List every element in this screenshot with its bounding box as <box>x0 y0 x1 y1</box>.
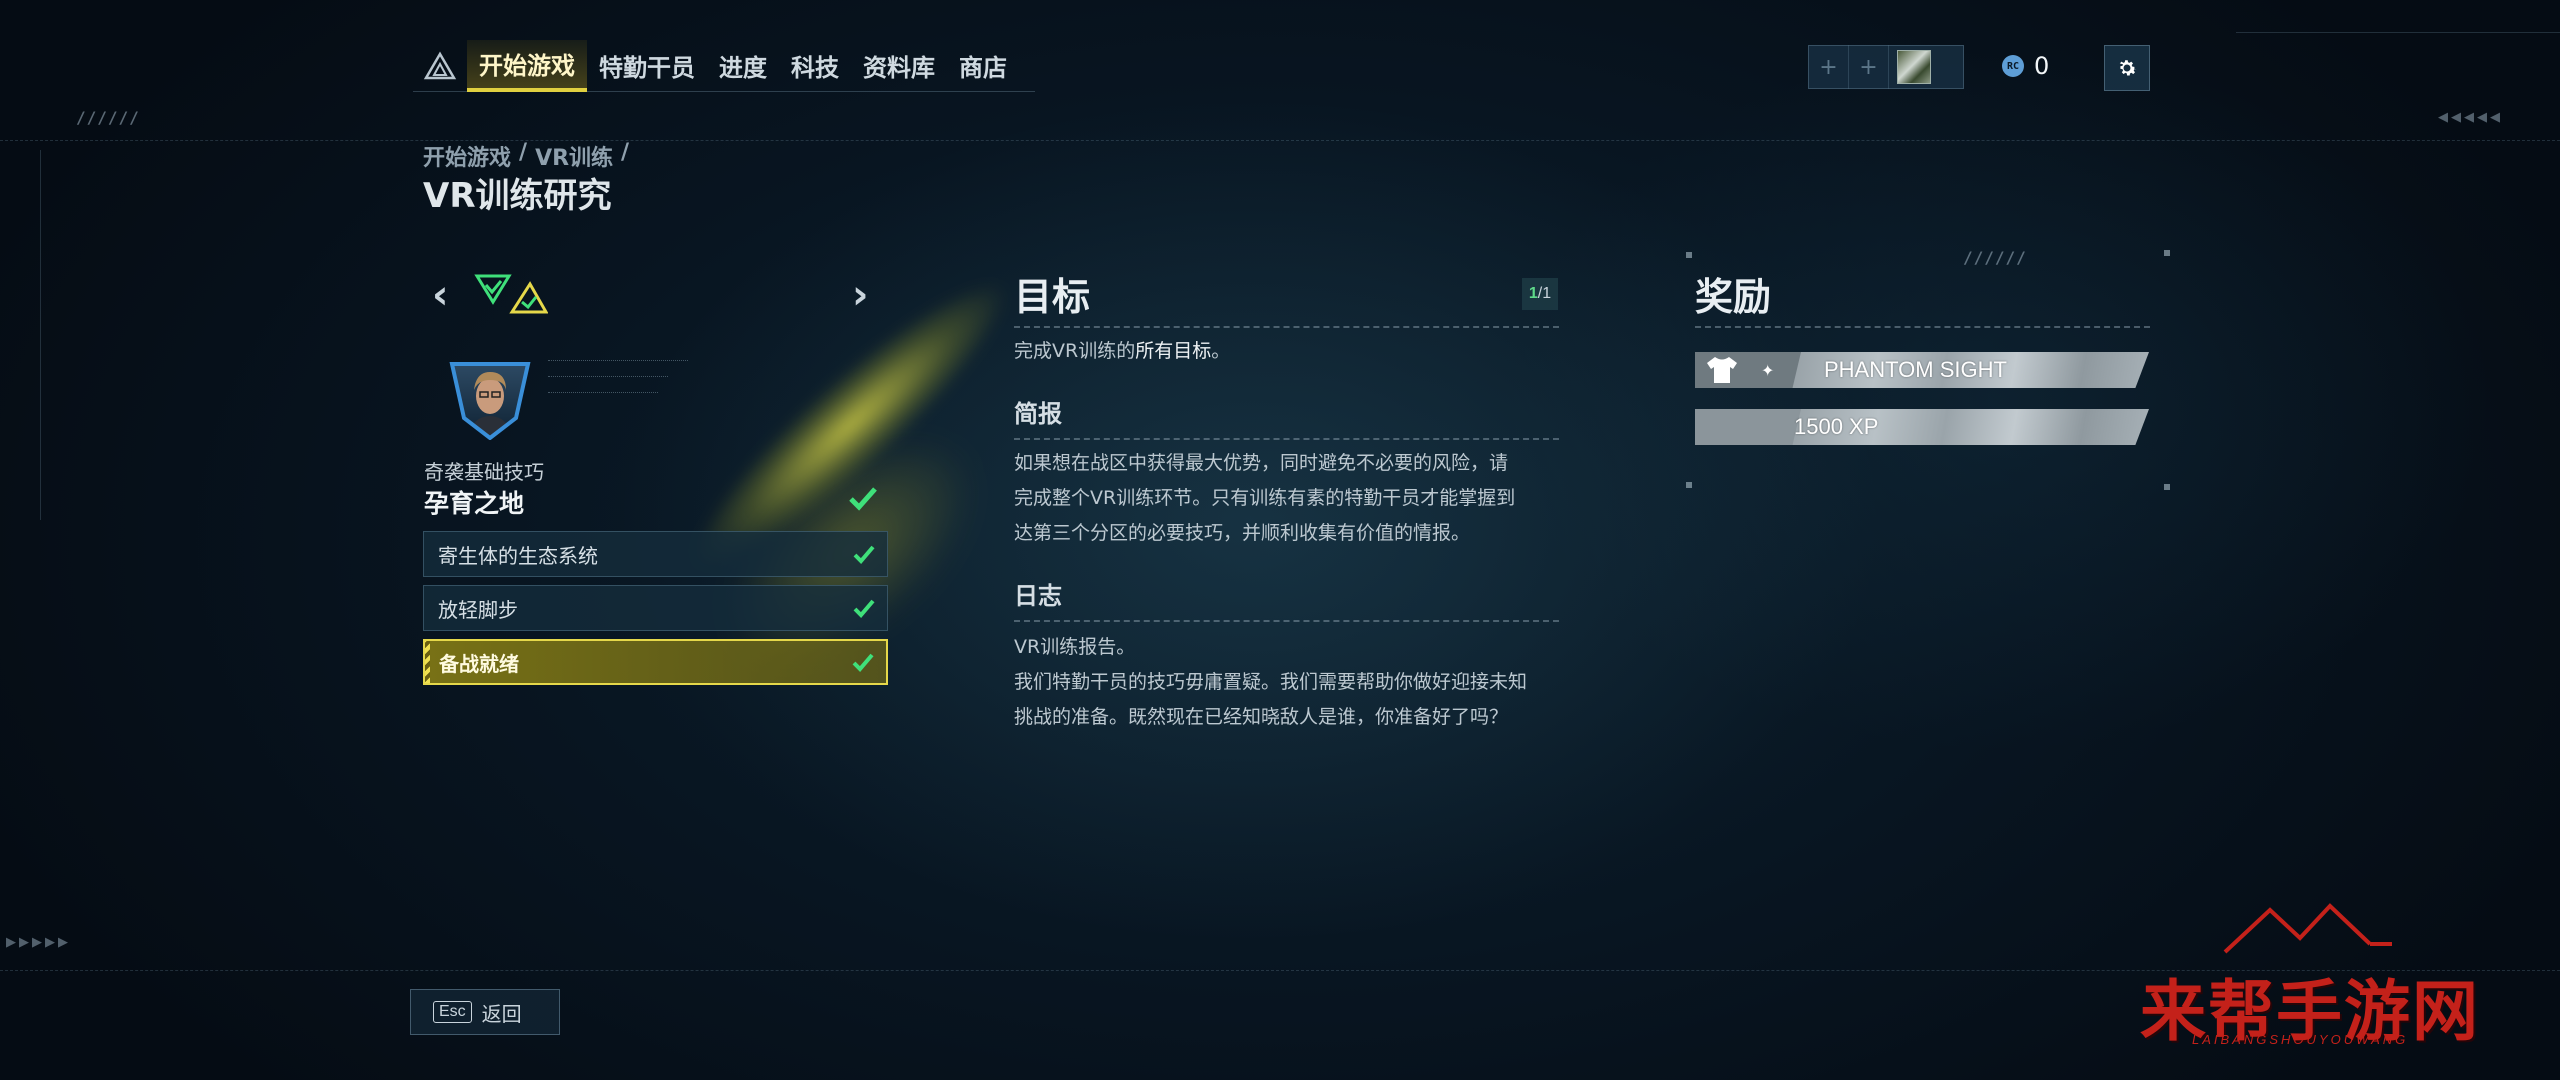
tab-start-game[interactable]: 开始游戏 <box>467 39 587 92</box>
goal-text-prefix: 完成VR训练的 <box>1014 340 1136 362</box>
tab-agents[interactable]: 特勤干员 <box>587 40 707 92</box>
esc-key: Esc <box>433 1001 472 1023</box>
check-icon <box>849 487 877 511</box>
corner-marker <box>2164 484 2170 490</box>
party-panel: + + <box>1808 45 1964 89</box>
tab-database[interactable]: 资料库 <box>851 40 947 92</box>
brief-title: 简报 <box>1014 400 1062 428</box>
decor-slashes: ////// <box>1963 248 2027 267</box>
divider-line <box>1695 326 2150 328</box>
plus-icon[interactable]: + <box>1809 45 1849 89</box>
log-title: 日志 <box>1014 582 1062 610</box>
player-avatar[interactable] <box>1897 50 1931 84</box>
next-arrow-icon[interactable]: › <box>852 272 868 318</box>
top-nav: 开始游戏 特勤干员 进度 科技 资料库 商店 <box>413 39 1035 92</box>
check-icon <box>853 545 875 564</box>
goal-title: 目标 <box>1014 275 1091 319</box>
brief-line: 达第三个分区的必要技巧，并顺利收集有价值的情报。 <box>1014 522 1471 544</box>
goal-text-suffix: 。 <box>1211 340 1231 362</box>
brief-text: 如果想在战区中获得最大优势，同时避免不必要的风险，请 完成整个VR训练环节。只有… <box>1014 446 1515 551</box>
prev-arrow-icon[interactable]: ‹ <box>432 272 448 318</box>
shirt-icon <box>1707 357 1737 383</box>
decor-slashes: ////// <box>76 108 140 127</box>
reward-item[interactable]: 1500 XP <box>1695 409 2149 445</box>
divider-line <box>1014 620 1559 622</box>
divider-line <box>2236 32 2560 33</box>
settings-button[interactable] <box>2104 45 2150 91</box>
house-roof-icon <box>2223 903 2392 954</box>
reward-item[interactable]: ✦ PHANTOM SIGHT <box>1695 352 2149 388</box>
reward-label: PHANTOM SIGHT <box>1824 357 2007 382</box>
goal-text-highlight: 所有目标 <box>1135 340 1212 362</box>
log-line: 挑战的准备。既然现在已经知晓敌人是谁，你准备好了吗？ <box>1014 706 1509 728</box>
back-button[interactable]: Esc 返回 <box>410 989 560 1035</box>
brief-line: 如果想在战区中获得最大优势，同时避免不必要的风险，请 <box>1014 452 1509 474</box>
tab-store[interactable]: 商店 <box>947 40 1019 92</box>
objective-label: 寄生体的生态系统 <box>438 543 598 568</box>
divider-line <box>0 140 2560 141</box>
currency-display: RC 0 <box>2002 52 2049 80</box>
breadcrumb-separator: / <box>621 140 630 165</box>
achievement-badges-icon <box>474 274 548 314</box>
agent-triangle-logo-icon[interactable] <box>413 40 467 92</box>
plus-icon[interactable]: + <box>1849 45 1889 89</box>
watermark-subtext: LAIBANGSHOUYOUWANG <box>2192 1032 2409 1047</box>
check-icon <box>853 599 875 618</box>
log-text: VR训练报告。 我们特勤干员的技巧毋庸置疑。我们需要帮助你做好迎接未知 挑战的准… <box>1014 630 1527 735</box>
objective-item[interactable]: 放轻脚步 <box>423 585 888 631</box>
watermark-logo: 来帮手游网 LAIBANGSHOUYOUWANG <box>2140 900 2500 1075</box>
decor-arrows: ▶▶▶▶▶ <box>6 935 71 950</box>
objective-label: 备战就绪 <box>439 651 519 676</box>
objective-item[interactable]: 寄生体的生态系统 <box>423 531 888 577</box>
back-label: 返回 <box>481 1001 522 1026</box>
objective-label: 放轻脚步 <box>438 597 518 622</box>
divider-line <box>1014 438 1559 440</box>
reward-icon-box: ✦ <box>1695 352 1801 388</box>
log-line: 我们特勤干员的技巧毋庸置疑。我们需要帮助你做好迎接未知 <box>1014 671 1528 693</box>
corner-marker <box>1686 252 1692 258</box>
tab-progress[interactable]: 进度 <box>707 40 779 92</box>
rewards-title: 奖励 <box>1695 275 1772 319</box>
log-line: VR训练报告。 <box>1014 636 1136 658</box>
tab-tech[interactable]: 科技 <box>779 40 851 92</box>
divider-line <box>1014 326 1559 328</box>
goal-counter-done: 1 <box>1528 285 1538 302</box>
check-icon <box>852 653 874 672</box>
objective-item-selected[interactable]: 备战就绪 <box>423 639 888 685</box>
objective-list: 寄生体的生态系统 放轻脚步 备战就绪 <box>423 531 888 693</box>
brief-line: 完成整个VR训练环节。只有训练有素的特勤干员才能掌握到 <box>1014 487 1516 509</box>
currency-value: 0 <box>2034 52 2050 80</box>
goal-counter: 1/1 <box>1522 278 1558 310</box>
decor-arrows: ◀◀◀◀◀ <box>2438 110 2503 125</box>
goal-text: 完成VR训练的所有目标。 <box>1014 334 1230 369</box>
corner-marker <box>1686 482 1692 488</box>
goal-counter-total: /1 <box>1537 285 1552 302</box>
side-rail <box>40 150 41 520</box>
decor-data-text <box>548 360 688 404</box>
corner-marker <box>2164 250 2170 256</box>
mission-name: 孕育之地 <box>424 489 525 518</box>
agent-portrait[interactable] <box>444 356 536 440</box>
gear-icon <box>2119 60 2137 76</box>
mission-category: 奇袭基础技巧 <box>424 460 544 484</box>
rc-currency-icon: RC <box>2002 55 2024 77</box>
page-title: VR训练研究 <box>423 176 612 216</box>
reward-icon-box <box>1695 409 1801 445</box>
sparkle-icon: ✦ <box>1761 360 1775 380</box>
reward-label: 1500 XP <box>1794 414 1879 439</box>
